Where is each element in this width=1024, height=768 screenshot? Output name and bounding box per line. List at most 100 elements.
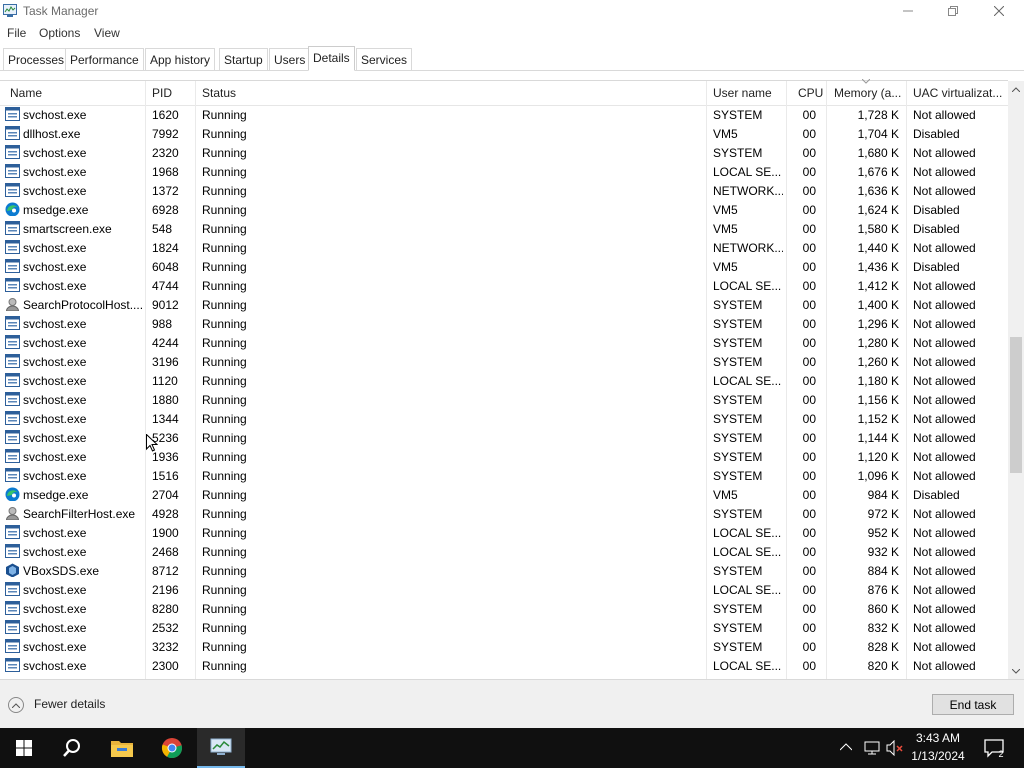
tab-app-history[interactable]: App history [145,48,216,70]
search-button[interactable] [48,728,96,768]
process-name: svchost.exe [23,602,87,616]
column-header-cpu[interactable]: CPU [798,86,823,100]
process-cpu: 00 [802,108,816,122]
process-pid: 2320 [152,146,179,160]
table-row[interactable]: svchost.exe 1344 Running SYSTEM 00 1,152 K Not… [0,409,1008,428]
minimize-button[interactable] [885,0,931,22]
process-pid: 5236 [152,431,179,445]
tab-services[interactable]: Services [356,48,413,70]
process-cpu: 00 [802,260,816,274]
table-row[interactable]: svchost.exe 3196 Running SYSTEM 00 1,260 K Not… [0,352,1008,371]
process-pid: 1900 [152,526,179,540]
process-status: Running [202,222,247,236]
restore-button[interactable] [930,0,976,22]
table-row[interactable]: svchost.exe 6048 Running VM5 00 1,436 K Disabl… [0,257,1008,276]
process-user-name: VM5 [713,203,738,217]
process-memory: 1,180 K [857,374,899,388]
tab-details[interactable]: Details [308,46,355,71]
clock-date[interactable]: 1/13/2024 [898,749,978,763]
process-name: msedge.exe [23,203,89,217]
column-header-pid[interactable]: PID [152,86,172,100]
fewer-details-link[interactable]: Fewer details [34,697,105,711]
table-row[interactable]: svchost.exe 4244 Running SYSTEM 00 1,280 K Not… [0,333,1008,352]
process-status: Running [202,184,247,198]
table-row[interactable]: svchost.exe 8280 Running SYSTEM 00 860 K Not a… [0,599,1008,618]
scrollbar-thumb[interactable] [1010,337,1022,473]
process-user-name: LOCAL SE... [713,545,782,559]
start-button[interactable] [0,728,48,768]
process-uac-virtualization: Disabled [913,488,960,502]
tab-processes[interactable]: Processes [3,48,70,70]
process-uac-virtualization: Not allowed [913,279,976,293]
table-row[interactable]: svchost.exe 2468 Running LOCAL SE... 00 932 K… [0,542,1008,561]
table-row[interactable]: svchost.exe 2196 Running LOCAL SE... 00 876 K… [0,580,1008,599]
table-row[interactable]: msedge.exe 6928 Running VM5 00 1,624 K Disable… [0,200,1008,219]
table-row[interactable]: svchost.exe 1968 Running LOCAL SE... 00 1,676… [0,162,1008,181]
clock-time[interactable]: 3:43 AM [898,731,978,745]
tab-startup[interactable]: Startup [219,48,268,70]
table-row[interactable]: svchost.exe 1880 Running SYSTEM 00 1,156 K Not… [0,390,1008,409]
process-cpu: 00 [802,526,816,540]
table-row[interactable]: svchost.exe 1516 Running SYSTEM 00 1,096 K Not… [0,466,1008,485]
table-row[interactable]: svchost.exe 4744 Running LOCAL SE... 00 1,412… [0,276,1008,295]
chrome-button[interactable] [148,728,196,768]
chevron-up-circle-icon[interactable] [8,697,24,713]
table-row[interactable]: svchost.exe 1620 Running SYSTEM 00 1,728 K Not… [0,105,1008,124]
process-name: svchost.exe [23,621,87,635]
process-status: Running [202,374,247,388]
close-button[interactable] [976,0,1022,22]
table-row[interactable]: svchost.exe 988 Running SYSTEM 00 1,296 K Not … [0,314,1008,333]
table-row[interactable]: svchost.exe 3232 Running SYSTEM 00 828 K Not a… [0,637,1008,656]
table-row[interactable]: svchost.exe 1372 Running NETWORK... 00 1,636 … [0,181,1008,200]
table-row[interactable]: svchost.exe 2320 Running SYSTEM 00 1,680 K Not… [0,143,1008,162]
table-row[interactable]: SearchProtocolHost.... 9012 Running SYSTEM 0… [0,295,1008,314]
table-row[interactable]: svchost.exe 1120 Running LOCAL SE... 00 1,180… [0,371,1008,390]
column-header-memory[interactable]: Memory (a... [834,86,904,100]
column-header-uac-virtualization[interactable]: UAC virtualizat... [913,86,1005,100]
menu-view[interactable]: View [94,26,120,40]
search-host-icon [5,506,20,520]
table-row[interactable]: msedge.exe 2704 Running VM5 00 984 K Disabled [0,485,1008,504]
process-uac-virtualization: Not allowed [913,564,976,578]
task-manager-taskbar-button[interactable] [197,728,245,768]
table-row[interactable]: svchost.exe 2532 Running SYSTEM 00 832 K Not a… [0,618,1008,637]
process-name: SearchProtocolHost.... [23,298,144,312]
file-explorer-button[interactable] [98,728,146,768]
svchost-icon [5,354,20,368]
process-memory: 876 K [867,583,899,597]
process-cpu: 00 [802,659,816,673]
process-user-name: SYSTEM [713,108,763,122]
menu-file[interactable]: File [7,26,26,40]
process-status: Running [202,355,247,369]
process-user-name: VM5 [713,488,738,502]
show-hidden-icons-chevron-icon[interactable] [840,743,852,751]
table-row[interactable]: dllhost.exe 7992 Running VM5 00 1,704 K Disabl… [0,124,1008,143]
column-header-name[interactable]: Name [10,86,42,100]
process-name: svchost.exe [23,412,87,426]
process-memory: 1,296 K [857,317,899,331]
tab-users[interactable]: Users [269,48,311,70]
table-row[interactable]: SearchFilterHost.exe 4928 Running SYSTEM 00 9… [0,504,1008,523]
svchost-icon [5,430,20,444]
column-header-user-name[interactable]: User name [713,86,772,100]
process-uac-virtualization: Not allowed [913,108,976,122]
process-memory: 1,704 K [857,127,899,141]
table-row[interactable]: svchost.exe 2300 Running LOCAL SE... 00 820 K… [0,656,1008,675]
process-cpu: 00 [802,374,816,388]
table-row[interactable]: svchost.exe 1824 Running NETWORK... 00 1,440 … [0,238,1008,257]
tab-performance[interactable]: Performance [65,48,144,70]
table-row[interactable]: VBoxSDS.exe 8712 Running SYSTEM 00 884 K Not a… [0,561,1008,580]
table-row[interactable]: smartscreen.exe 548 Running VM5 00 1,580 K Dis… [0,219,1008,238]
end-task-button[interactable]: End task [932,694,1014,715]
process-pid: 4244 [152,336,179,350]
network-icon[interactable] [864,741,880,755]
column-header-status[interactable]: Status [202,86,236,100]
table-row[interactable]: svchost.exe 1900 Running LOCAL SE... 00 952 K… [0,523,1008,542]
scroll-down-button[interactable] [1008,663,1024,679]
menu-options[interactable]: Options [39,26,80,40]
process-name: svchost.exe [23,640,87,654]
scroll-up-button[interactable] [1008,81,1024,97]
process-cpu: 00 [802,488,816,502]
svchost-icon [5,183,20,197]
process-memory: 1,152 K [857,412,899,426]
